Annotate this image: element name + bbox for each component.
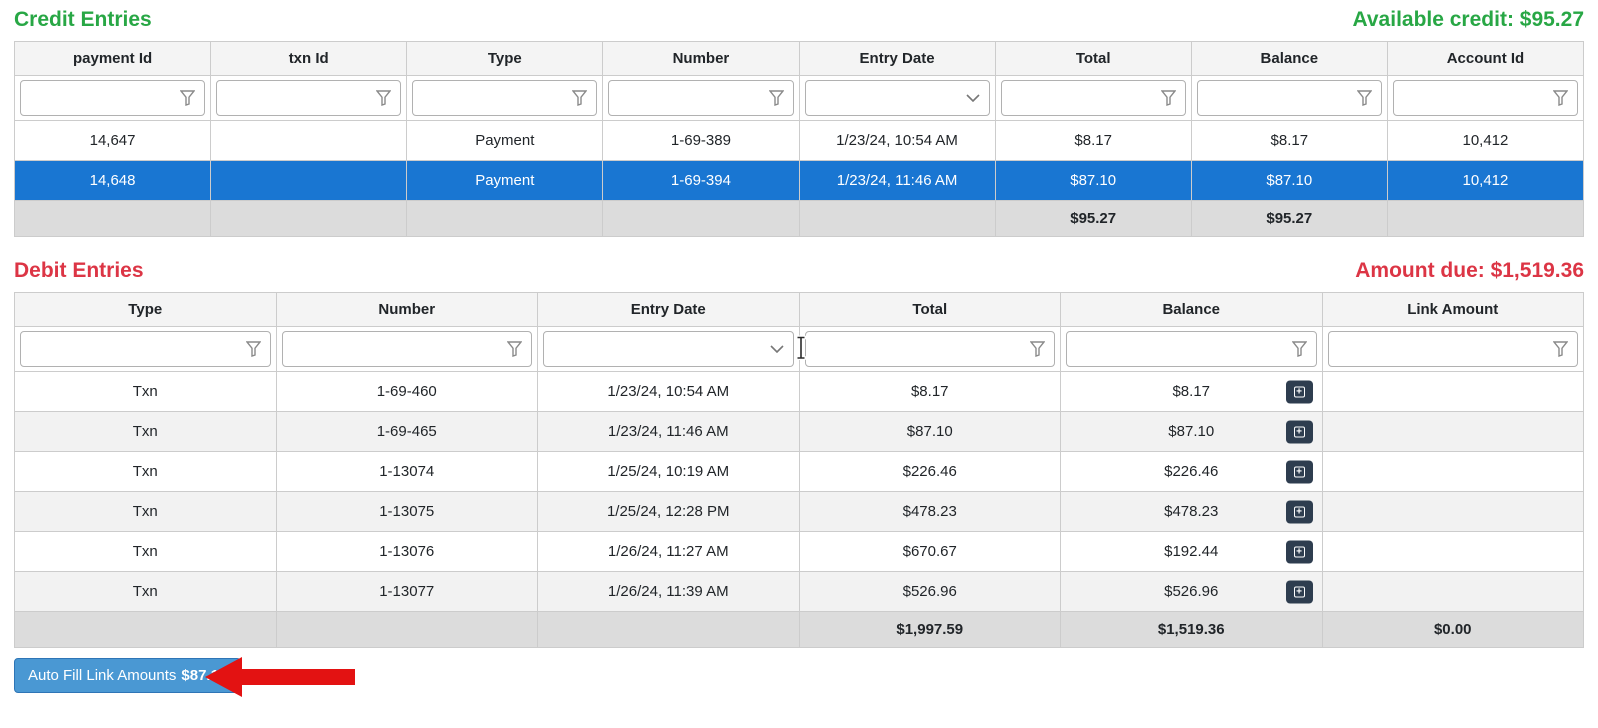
funnel-icon[interactable] — [507, 341, 522, 357]
chevron-down-icon[interactable] — [770, 345, 784, 353]
plus-icon: + — [1294, 386, 1305, 397]
credit-section-header: Credit Entries Available credit: $95.27 — [14, 8, 1584, 32]
credit-col-balance[interactable]: Balance — [1191, 42, 1387, 76]
link-entry-button[interactable]: + — [1286, 420, 1313, 443]
plus-icon: + — [1294, 546, 1305, 557]
funnel-icon[interactable] — [769, 90, 784, 106]
debit-filter-entry-date-select[interactable] — [543, 331, 794, 367]
funnel-icon[interactable] — [572, 90, 587, 106]
debit-header-row: Type Number Entry Date Total Balance Lin… — [15, 293, 1584, 327]
chevron-down-icon[interactable] — [966, 94, 980, 102]
debit-filter-link-amount-input[interactable] — [1328, 331, 1579, 367]
debit-table-row[interactable]: Txn 1-13074 1/25/24, 10:19 AM $226.46 $2… — [15, 452, 1584, 492]
debit-totals-row: $1,997.59 $1,519.36 $0.00 — [15, 612, 1584, 648]
credit-col-payment-id[interactable]: payment Id — [15, 42, 211, 76]
credit-col-account-id[interactable]: Account Id — [1387, 42, 1583, 76]
debit-col-number[interactable]: Number — [276, 293, 538, 327]
debit-table-row[interactable]: Txn 1-69-465 1/23/24, 11:46 AM $87.10 $8… — [15, 412, 1584, 452]
debit-col-total[interactable]: Total — [799, 293, 1061, 327]
red-arrow-annotation — [204, 656, 356, 698]
plus-icon: + — [1294, 426, 1305, 437]
link-entry-button[interactable]: + — [1286, 580, 1313, 603]
credit-filter-txn-id-input[interactable] — [216, 80, 401, 116]
debit-filter-type-input[interactable] — [20, 331, 271, 367]
funnel-icon[interactable] — [1030, 341, 1045, 357]
funnel-icon[interactable] — [1161, 90, 1176, 106]
credit-col-total[interactable]: Total — [995, 42, 1191, 76]
text-cursor-icon — [794, 335, 808, 361]
credit-table-row[interactable]: 14,647 Payment 1-69-389 1/23/24, 10:54 A… — [15, 121, 1584, 161]
debit-total-sum: $1,997.59 — [799, 612, 1061, 648]
credit-total-sum: $95.27 — [995, 201, 1191, 237]
debit-entries-title: Debit Entries — [14, 259, 144, 283]
debit-section-header: Debit Entries Amount due: $1,519.36 — [14, 259, 1584, 283]
credit-filter-total-input[interactable] — [1001, 80, 1186, 116]
amount-due-label: Amount due: $1,519.36 — [1355, 259, 1584, 283]
debit-col-type[interactable]: Type — [15, 293, 277, 327]
funnel-icon[interactable] — [180, 90, 195, 106]
credit-header-row: payment Id txn Id Type Number Entry Date… — [15, 42, 1584, 76]
credit-filter-row — [15, 76, 1584, 121]
credit-filter-balance-input[interactable] — [1197, 80, 1382, 116]
plus-icon: + — [1294, 586, 1305, 597]
funnel-icon[interactable] — [1292, 341, 1307, 357]
credit-filter-number-input[interactable] — [608, 80, 793, 116]
link-entry-button[interactable]: + — [1286, 540, 1313, 563]
credit-entries-title: Credit Entries — [14, 8, 152, 32]
debit-filter-number-input[interactable] — [282, 331, 533, 367]
funnel-icon[interactable] — [1553, 341, 1568, 357]
auto-fill-button-label: Auto Fill Link Amounts — [28, 667, 176, 684]
debit-col-entry-date[interactable]: Entry Date — [538, 293, 800, 327]
debit-table-row[interactable]: Txn 1-13075 1/25/24, 12:28 PM $478.23 $4… — [15, 492, 1584, 532]
plus-icon: + — [1294, 506, 1305, 517]
credit-balance-sum: $95.27 — [1191, 201, 1387, 237]
credit-table-row-selected[interactable]: 14,648 Payment 1-69-394 1/23/24, 11:46 A… — [15, 161, 1584, 201]
debit-filter-total-input[interactable] — [805, 331, 1056, 367]
debit-filter-balance-input[interactable] — [1066, 331, 1317, 367]
credit-col-txn-id[interactable]: txn Id — [211, 42, 407, 76]
credit-filter-type-input[interactable] — [412, 80, 597, 116]
credit-col-number[interactable]: Number — [603, 42, 799, 76]
link-entry-button[interactable]: + — [1286, 460, 1313, 483]
credit-filter-account-id-input[interactable] — [1393, 80, 1578, 116]
available-credit-label: Available credit: $95.27 — [1352, 8, 1584, 32]
debit-col-link-amount[interactable]: Link Amount — [1322, 293, 1584, 327]
debit-balance-sum: $1,519.36 — [1061, 612, 1323, 648]
debit-table-row[interactable]: Txn 1-13077 1/26/24, 11:39 AM $526.96 $5… — [15, 572, 1584, 612]
credit-table: payment Id txn Id Type Number Entry Date… — [14, 41, 1584, 237]
link-entry-button[interactable]: + — [1286, 500, 1313, 523]
credit-section: Credit Entries Available credit: $95.27 … — [14, 8, 1584, 237]
link-entry-button[interactable]: + — [1286, 380, 1313, 403]
credit-col-type[interactable]: Type — [407, 42, 603, 76]
debit-link-amount-sum: $0.00 — [1322, 612, 1584, 648]
funnel-icon[interactable] — [1553, 90, 1568, 106]
debit-col-balance[interactable]: Balance — [1061, 293, 1323, 327]
debit-table-row[interactable]: Txn 1-69-460 1/23/24, 10:54 AM $8.17 $8.… — [15, 372, 1584, 412]
debit-table-row[interactable]: Txn 1-13076 1/26/24, 11:27 AM $670.67 $1… — [15, 532, 1584, 572]
funnel-icon[interactable] — [1357, 90, 1372, 106]
credit-filter-entry-date-select[interactable] — [805, 80, 990, 116]
debit-section: Debit Entries Amount due: $1,519.36 Type… — [14, 259, 1584, 648]
credit-col-entry-date[interactable]: Entry Date — [799, 42, 995, 76]
funnel-icon[interactable] — [376, 90, 391, 106]
plus-icon: + — [1294, 466, 1305, 477]
funnel-icon[interactable] — [246, 341, 261, 357]
credit-totals-row: $95.27 $95.27 — [15, 201, 1584, 237]
credit-filter-payment-id-input[interactable] — [20, 80, 205, 116]
